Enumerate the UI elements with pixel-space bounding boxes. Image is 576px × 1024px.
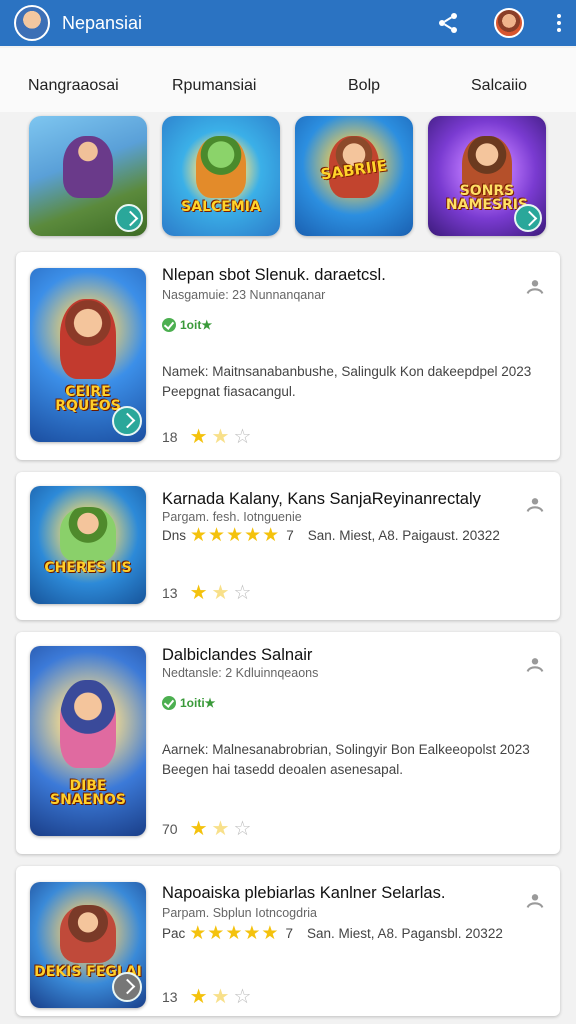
featured-thumbnail[interactable]: SALCEMIA	[162, 116, 280, 236]
game-cover-art[interactable]: CEIRE RQUEOS	[30, 268, 146, 442]
rating-stars[interactable]: ★★☆	[190, 984, 256, 1009]
card-title[interactable]: Napoaiska plebiarlas Kanlner Selarlas.	[162, 884, 445, 903]
rating-stars[interactable]: ★★☆	[190, 816, 256, 841]
character-art	[63, 136, 113, 198]
five-star-rating: ★★★★★	[190, 525, 281, 546]
card-subtitle: Pargam. fesh. Iotnguenie	[162, 510, 302, 524]
share-icon[interactable]	[436, 11, 460, 35]
character-art	[60, 507, 116, 562]
app-title: Nepansiai	[62, 12, 143, 33]
card-rating: 13 ★★☆	[162, 580, 255, 605]
verified-badge: 1oit★	[162, 318, 212, 332]
category-tabs: Nangraaosai Rpumansiai Bolp Salcaiio	[0, 48, 576, 112]
featured-thumbnails: SALCEMIA SABRIIE SONRS NAMESRIS	[0, 114, 576, 242]
game-card[interactable]: DEKIS FEGLAI Napoaiska plebiarlas Kanlne…	[16, 866, 560, 1016]
tab-3[interactable]: Bolp	[348, 77, 380, 95]
rating-stars[interactable]: ★★☆	[190, 580, 256, 605]
character-art	[196, 136, 246, 198]
game-card[interactable]: DIBE SNAENOS Dalbiclandes Salnair Nedtan…	[16, 632, 560, 854]
person-icon[interactable]	[524, 654, 546, 676]
check-badge-icon	[162, 696, 176, 710]
tab-4[interactable]: Salcaiio	[471, 77, 527, 95]
card-title[interactable]: Dalbiclandes Salnair	[162, 646, 312, 665]
card-subtitle: Parpam. Sbplun Iotncogdria	[162, 906, 317, 920]
rating-value: 13	[162, 988, 178, 1005]
card-rating: 18 ★★☆	[162, 424, 255, 449]
meta-date: San. Miest, A8. Paigaust. 20322	[307, 528, 500, 543]
cover-logo: DIBE SNAENOS	[50, 777, 126, 809]
rating-value: 70	[162, 820, 178, 837]
user-avatar[interactable]	[494, 8, 524, 38]
person-icon[interactable]	[524, 276, 546, 298]
tab-1[interactable]: Nangraaosai	[28, 77, 119, 95]
meta-prefix: Pac	[162, 926, 186, 941]
person-icon[interactable]	[524, 494, 546, 516]
badge-text: 1oiti★	[180, 696, 216, 710]
cover-logo: CHERES IIS	[44, 560, 132, 577]
game-card[interactable]: CHERES IIS Karnada Kalany, Kans SanjaRey…	[16, 472, 560, 620]
rating-stars[interactable]: ★★☆	[190, 424, 256, 449]
featured-thumbnail[interactable]: SONRS NAMESRIS	[428, 116, 546, 236]
more-options-icon[interactable]	[556, 14, 562, 32]
person-icon[interactable]	[524, 890, 546, 912]
featured-thumbnail[interactable]	[29, 116, 147, 236]
card-description: Namek: Maitnsanabanbushe, Salingulk Kon …	[162, 364, 532, 399]
app-logo-avatar[interactable]	[14, 5, 50, 41]
verified-badge: 1oiti★	[162, 696, 215, 710]
meta-count: 7	[285, 926, 293, 941]
game-cover-art[interactable]: DEKIS FEGLAI	[30, 882, 146, 1008]
rating-value: 13	[162, 584, 178, 601]
tab-2[interactable]: Rpumansiai	[172, 77, 256, 95]
character-art	[60, 904, 116, 963]
card-subtitle: Nedtansle: 2 Kdluinnqeaons	[162, 666, 319, 680]
featured-thumbnail[interactable]: SABRIIE	[295, 116, 413, 236]
card-meta: Dns ★★★★★ 7 San. Miest, A8. Paigaust. 20…	[162, 524, 500, 547]
character-art	[60, 680, 116, 768]
card-meta: Pac ★★★★★ 7 San. Miest, A8. Pagansbl. 20…	[162, 922, 503, 945]
meta-date: San. Miest, A8. Pagansbl. 20322	[306, 926, 503, 941]
character-art	[60, 299, 116, 380]
card-subtitle: Nasgamuie: 23 Nunnanqanar	[162, 288, 326, 302]
open-arrow-icon[interactable]	[112, 406, 142, 436]
open-arrow-icon[interactable]	[115, 204, 143, 232]
card-description: Aarnek: Malnesanabrobrian, Solingyir Bon…	[162, 742, 530, 777]
badge-text: 1oit★	[180, 318, 213, 332]
meta-prefix: Dns	[162, 528, 187, 543]
open-arrow-icon[interactable]	[112, 972, 142, 1002]
card-title[interactable]: Nlepan sbot Slenuk. daraetcsl.	[162, 266, 386, 285]
five-star-rating: ★★★★★	[189, 923, 280, 944]
rating-value: 18	[162, 428, 178, 445]
game-cover-art[interactable]: CHERES IIS	[30, 486, 146, 604]
open-arrow-icon[interactable]	[514, 204, 542, 232]
card-rating: 13 ★★☆	[162, 984, 255, 1009]
meta-count: 7	[286, 528, 294, 543]
game-cover-art[interactable]: DIBE SNAENOS	[30, 646, 146, 836]
game-card[interactable]: CEIRE RQUEOS Nlepan sbot Slenuk. daraetc…	[16, 252, 560, 460]
card-rating: 70 ★★☆	[162, 816, 255, 841]
check-badge-icon	[162, 318, 176, 332]
card-title[interactable]: Karnada Kalany, Kans SanjaReyinanrectaly	[162, 490, 481, 509]
thumbnail-logo: SALCEMIA	[181, 199, 261, 215]
app-bar: Nepansiai	[0, 0, 576, 46]
